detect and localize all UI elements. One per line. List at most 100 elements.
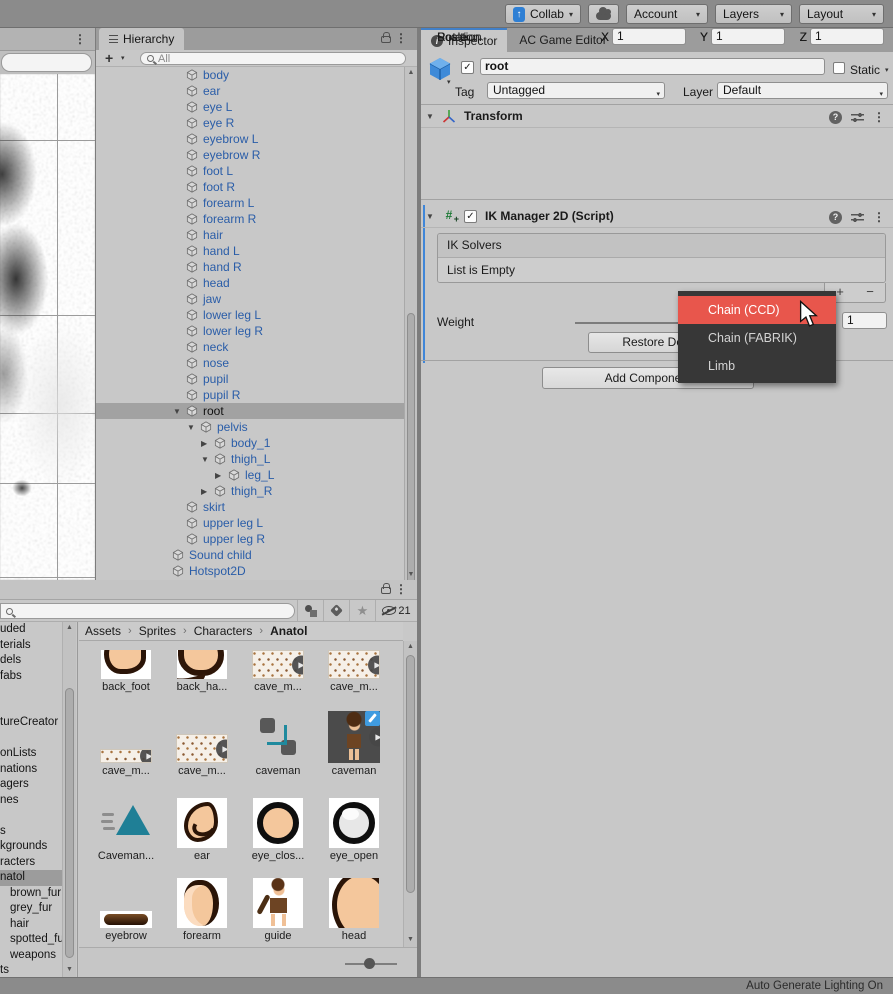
hierarchy-scrollbar[interactable]: ▲ ▼: [404, 67, 417, 580]
foldout-icon[interactable]: ▼: [426, 212, 436, 221]
scrollbar-thumb[interactable]: [407, 313, 415, 589]
expand-arrow-icon[interactable]: ▶: [201, 439, 214, 448]
hierarchy-item[interactable]: hand R: [96, 259, 404, 275]
play-badge-icon[interactable]: ▶: [368, 655, 380, 674]
hierarchy-item[interactable]: ▼ pelvis: [96, 419, 404, 435]
expand-arrow-icon[interactable]: ▼: [173, 407, 186, 416]
asset-item[interactable]: ear: [164, 777, 240, 862]
asset-item[interactable]: forearm: [164, 862, 240, 942]
scroll-up-icon[interactable]: ▲: [63, 622, 76, 633]
weight-value-field[interactable]: 1: [842, 312, 887, 329]
x-value-field[interactable]: 1: [612, 28, 686, 45]
hierarchy-item[interactable]: eyebrow R: [96, 147, 404, 163]
asset-item[interactable]: eyebrow: [88, 862, 164, 942]
left-panel-search-input[interactable]: [1, 53, 92, 72]
kebab-menu-icon[interactable]: ⋮: [873, 110, 885, 124]
hierarchy-item[interactable]: head: [96, 275, 404, 291]
layers-dropdown[interactable]: Layers ▾: [715, 4, 792, 24]
scroll-down-icon[interactable]: ▼: [63, 964, 76, 975]
scrollbar-thumb[interactable]: [65, 688, 74, 958]
hierarchy-item[interactable]: forearm R: [96, 211, 404, 227]
asset-item[interactable]: back_ha...: [164, 641, 240, 693]
asset-item[interactable]: ▶ caveman: [316, 693, 389, 777]
foldout-icon[interactable]: ▼: [426, 112, 436, 121]
asset-item[interactable]: eye_open: [316, 777, 389, 862]
chevron-down-icon[interactable]: ▾: [447, 78, 451, 86]
tag-dropdown[interactable]: Untagged ▾: [487, 82, 665, 99]
hierarchy-item[interactable]: forearm L: [96, 195, 404, 211]
hierarchy-item[interactable]: Hotspot2D: [96, 563, 404, 579]
asset-item[interactable]: ▶ cave_m...: [240, 641, 316, 693]
asset-item[interactable]: ▶ cave_m...: [164, 693, 240, 777]
hierarchy-item[interactable]: nose: [96, 355, 404, 371]
presets-icon[interactable]: [851, 112, 864, 123]
hierarchy-item[interactable]: hand L: [96, 243, 404, 259]
texture-preview[interactable]: [0, 74, 95, 580]
hidden-count-button[interactable]: 21: [375, 600, 417, 621]
hierarchy-item[interactable]: lower leg R: [96, 323, 404, 339]
scroll-up-icon[interactable]: ▲: [405, 67, 417, 78]
folder-item[interactable]: weapons: [0, 948, 62, 964]
folder-item[interactable]: uded: [0, 622, 62, 638]
hierarchy-item[interactable]: ▶ thigh_R: [96, 483, 404, 499]
static-checkbox[interactable]: [833, 62, 845, 74]
filter-by-label-button[interactable]: [323, 600, 349, 621]
chevron-down-icon[interactable]: ▾: [885, 66, 889, 74]
folder-item[interactable]: nes: [0, 793, 62, 809]
lock-icon[interactable]: [381, 36, 391, 43]
context-menu-item[interactable]: Chain (FABRIK): [678, 324, 836, 352]
favorites-button[interactable]: ★: [349, 600, 375, 621]
hierarchy-search-input[interactable]: All: [140, 52, 406, 65]
asset-item[interactable]: head: [316, 862, 389, 942]
hierarchy-item[interactable]: neck: [96, 339, 404, 355]
zoom-slider-knob[interactable]: [364, 958, 375, 969]
hierarchy-item[interactable]: foot L: [96, 163, 404, 179]
folder-item[interactable]: tureCreator: [0, 715, 62, 731]
hierarchy-item[interactable]: eyebrow L: [96, 131, 404, 147]
hierarchy-item[interactable]: skirt: [96, 499, 404, 515]
active-checkbox[interactable]: ✓: [461, 61, 474, 74]
project-search-input[interactable]: [0, 603, 295, 619]
presets-icon[interactable]: [851, 212, 864, 223]
folder-tree-scrollbar[interactable]: ▲ ▼: [62, 622, 76, 977]
folder-item[interactable]: ts: [0, 963, 62, 977]
folder-item[interactable]: natol: [0, 870, 62, 886]
kebab-menu-icon[interactable]: ⋮: [395, 582, 407, 596]
folder-item[interactable]: fabs: [0, 669, 62, 685]
scroll-down-icon[interactable]: ▼: [405, 569, 417, 580]
hierarchy-item[interactable]: ▼ thigh_L: [96, 451, 404, 467]
play-badge-icon[interactable]: ▶: [292, 655, 304, 674]
scroll-down-icon[interactable]: ▼: [404, 934, 417, 945]
edit-badge-icon[interactable]: [365, 711, 380, 726]
expand-arrow-icon[interactable]: ▶: [201, 487, 214, 496]
asset-item[interactable]: eye_clos...: [240, 777, 316, 862]
hierarchy-item[interactable]: jaw: [96, 291, 404, 307]
asset-item[interactable]: Caveman...: [88, 777, 164, 862]
layer-dropdown[interactable]: Default ▾: [717, 82, 888, 99]
kebab-menu-icon[interactable]: ⋮: [395, 31, 407, 45]
create-button[interactable]: +: [105, 50, 113, 66]
folder-item[interactable]: kgrounds: [0, 839, 62, 855]
hierarchy-item[interactable]: eye L: [96, 99, 404, 115]
hierarchy-item[interactable]: pupil: [96, 371, 404, 387]
expand-arrow-icon[interactable]: ▶: [215, 471, 228, 480]
z-value-field[interactable]: 1: [810, 28, 884, 45]
folder-item[interactable]: agers: [0, 777, 62, 793]
account-dropdown[interactable]: Account ▾: [626, 4, 708, 24]
hierarchy-item[interactable]: body: [96, 67, 404, 83]
hierarchy-item[interactable]: ▶ body_1: [96, 435, 404, 451]
folder-item[interactable]: onLists: [0, 746, 62, 762]
hierarchy-item[interactable]: ear: [96, 83, 404, 99]
scroll-up-icon[interactable]: ▲: [404, 641, 417, 652]
hierarchy-item[interactable]: upper leg L: [96, 515, 404, 531]
folder-item[interactable]: [0, 808, 62, 824]
kebab-menu-icon[interactable]: ⋮: [74, 32, 86, 46]
folder-item[interactable]: racters: [0, 855, 62, 871]
asset-item[interactable]: ▶ cave_m...: [316, 641, 389, 693]
asset-item[interactable]: caveman: [240, 693, 316, 777]
hierarchy-item[interactable]: foot R: [96, 179, 404, 195]
folder-item[interactable]: dels: [0, 653, 62, 669]
play-badge-icon[interactable]: ▶: [140, 749, 152, 763]
asset-item[interactable]: ▶ cave_m...: [88, 693, 164, 777]
transform-header[interactable]: ▼ Transform ? ⋮: [421, 105, 893, 128]
